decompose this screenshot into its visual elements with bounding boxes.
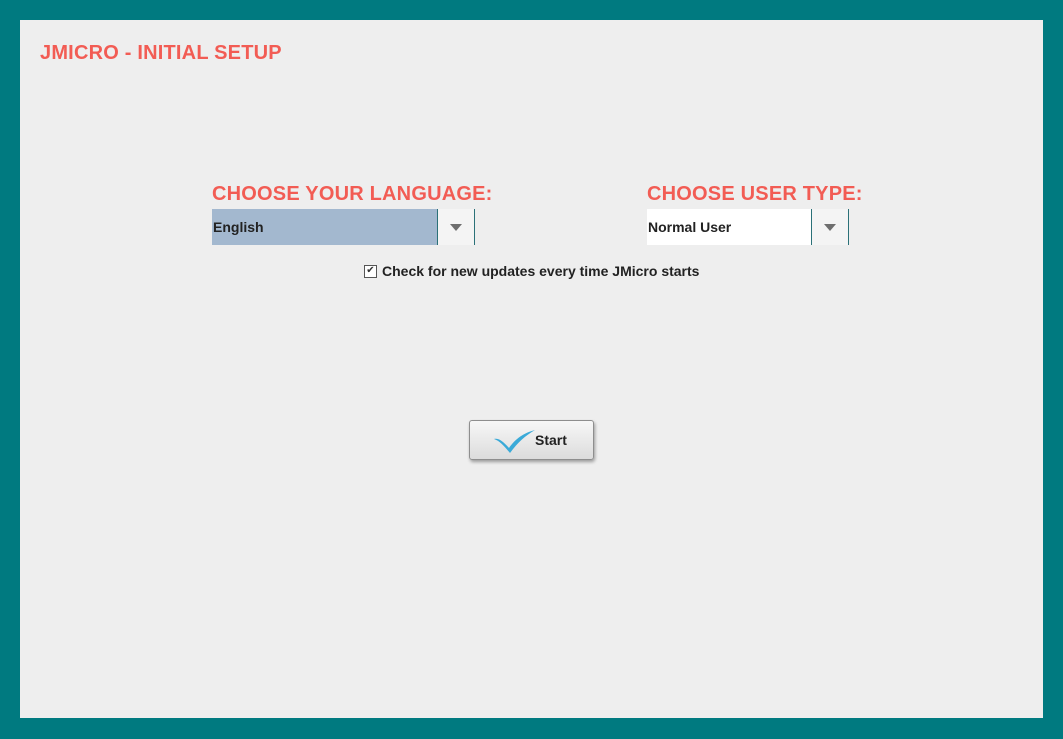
- start-button-label: Start: [535, 432, 567, 448]
- language-dropdown-arrow[interactable]: [437, 209, 474, 245]
- update-check-row[interactable]: ✔ Check for new updates every time JMicr…: [364, 263, 699, 279]
- language-label: CHOOSE YOUR LANGUAGE:: [212, 183, 493, 205]
- chevron-down-icon: [450, 223, 462, 231]
- user-type-selected-value: Normal User: [647, 209, 811, 245]
- language-selected-value: English: [212, 209, 437, 245]
- user-type-dropdown-arrow[interactable]: [811, 209, 848, 245]
- update-checkbox[interactable]: ✔: [364, 264, 377, 278]
- user-type-label: CHOOSE USER TYPE:: [647, 183, 863, 205]
- language-dropdown[interactable]: English: [212, 209, 475, 245]
- update-checkbox-label: Check for new updates every time JMicro …: [382, 263, 700, 279]
- app-title: JMICRO - INITIAL SETUP: [40, 42, 282, 64]
- start-button[interactable]: Start: [469, 420, 594, 460]
- chevron-down-icon: [824, 223, 836, 231]
- checkmark-icon: [494, 430, 535, 453]
- user-type-dropdown[interactable]: Normal User: [647, 209, 849, 245]
- setup-panel: JMICRO - INITIAL SETUP CHOOSE YOUR LANGU…: [20, 20, 1043, 718]
